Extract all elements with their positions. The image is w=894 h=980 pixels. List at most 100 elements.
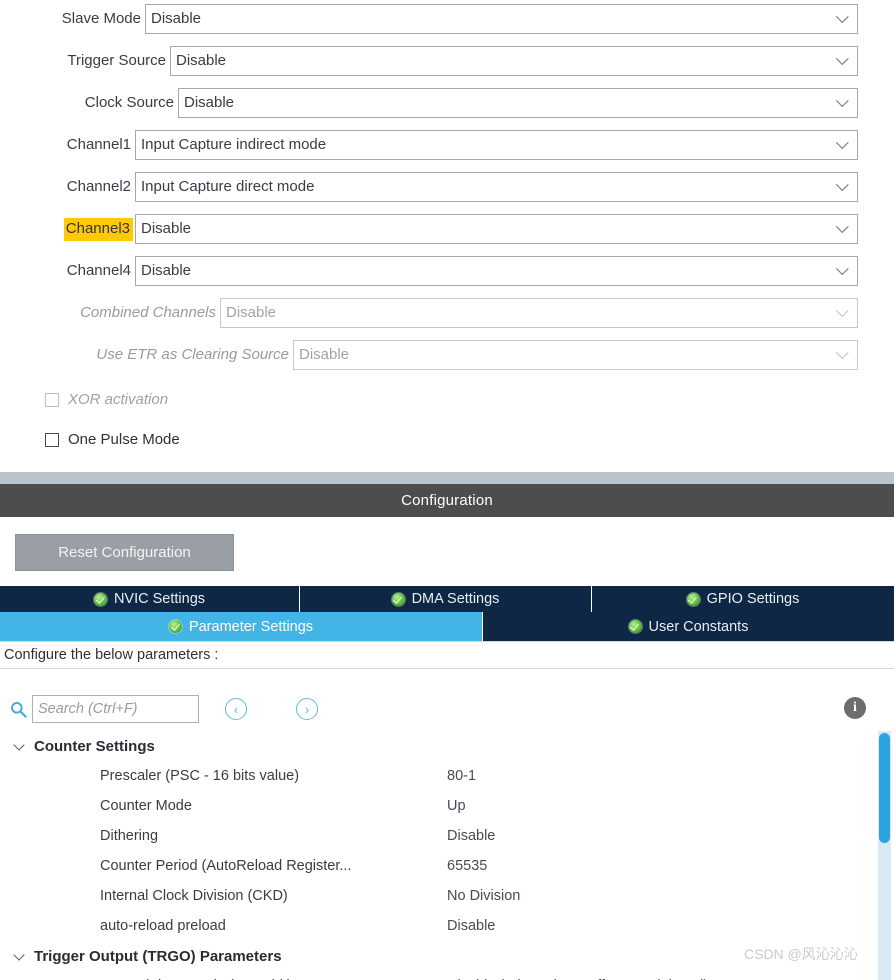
combo-value-trigger-source: Disable bbox=[176, 52, 227, 69]
search-previous-button[interactable]: ‹ bbox=[225, 698, 247, 720]
combo-value-channel1: Input Capture indirect mode bbox=[141, 136, 327, 153]
combo-slave-mode[interactable]: Disable bbox=[145, 4, 858, 34]
tree-group-title-counter-settings: Counter Settings bbox=[34, 737, 155, 755]
param-name: Prescaler (PSC - 16 bits value) bbox=[100, 768, 300, 784]
form-row-slave-mode: Slave Mode Disable bbox=[0, 2, 894, 36]
tab-strip-primary: NVIC Settings DMA Settings GPIO Settings bbox=[0, 586, 894, 612]
combo-value-clock-source: Disable bbox=[184, 94, 235, 111]
tab-label-gpio-settings: GPIO Settings bbox=[706, 591, 800, 607]
combo-channel3[interactable]: Disable bbox=[135, 214, 858, 244]
param-value[interactable]: Disable bbox=[447, 918, 495, 934]
tab-parameter-settings[interactable]: Parameter Settings bbox=[0, 612, 483, 641]
label-channel3: Channel3 bbox=[63, 217, 133, 241]
chevron-down-icon bbox=[836, 265, 847, 276]
checkbox-one-pulse-mode[interactable] bbox=[45, 433, 59, 447]
check-circle-icon bbox=[93, 592, 107, 606]
tab-gpio-settings[interactable]: GPIO Settings bbox=[592, 586, 894, 612]
form-row-channel2: Channel2 Input Capture direct mode bbox=[0, 170, 894, 204]
combo-value-channel4: Disable bbox=[141, 262, 192, 279]
tab-nvic-settings[interactable]: NVIC Settings bbox=[0, 586, 300, 612]
search-input[interactable] bbox=[32, 695, 199, 723]
reset-toolbar: Reset Configuration bbox=[0, 517, 894, 586]
label-channel2: Channel2 bbox=[66, 178, 131, 195]
chevron-down-icon bbox=[14, 950, 26, 962]
param-value[interactable]: No Division bbox=[447, 888, 520, 904]
chevron-down-icon bbox=[836, 307, 847, 318]
check-circle-icon bbox=[686, 592, 700, 606]
checkbox-row-xor-activation: XOR activation bbox=[45, 388, 168, 412]
param-value[interactable]: Disable bbox=[447, 828, 495, 844]
chevron-down-icon bbox=[14, 740, 26, 752]
table-row[interactable]: Dithering Disable bbox=[0, 821, 880, 851]
search-next-button[interactable]: › bbox=[296, 698, 318, 720]
label-use-etr-clearing-source: Use ETR as Clearing Source bbox=[96, 346, 289, 363]
table-row[interactable]: Counter Period (AutoReload Register... 6… bbox=[0, 851, 880, 881]
timer-parameter-form: Slave Mode Disable Trigger Source Disabl… bbox=[0, 0, 894, 472]
combo-channel2[interactable]: Input Capture direct mode bbox=[135, 172, 858, 202]
panel-splitter[interactable] bbox=[0, 472, 894, 484]
checkbox-label-xor-activation: XOR activation bbox=[68, 391, 169, 408]
form-row-channel4: Channel4 Disable bbox=[0, 254, 894, 288]
combo-combined-channels: Disable bbox=[220, 298, 858, 328]
parameter-tree: Counter Settings Prescaler (PSC - 16 bit… bbox=[0, 731, 880, 980]
chevron-right-icon: › bbox=[304, 701, 310, 717]
configure-parameters-hint: Configure the below parameters : bbox=[0, 641, 894, 669]
tab-label-parameter-settings: Parameter Settings bbox=[188, 618, 314, 635]
table-row[interactable]: Master/Slave Mode (MSM bit) Disable (Tri… bbox=[0, 971, 880, 980]
tab-user-constants[interactable]: User Constants bbox=[483, 612, 894, 641]
checkbox-label-one-pulse-mode: One Pulse Mode bbox=[68, 431, 180, 448]
check-circle-icon bbox=[628, 620, 642, 633]
chevron-down-icon bbox=[836, 97, 847, 108]
form-row-use-etr-clearing-source: Use ETR as Clearing Source Disable bbox=[0, 338, 894, 372]
configuration-title-bar: Configuration bbox=[0, 484, 894, 517]
check-circle-icon bbox=[168, 620, 182, 633]
combo-clock-source[interactable]: Disable bbox=[178, 88, 858, 118]
form-row-clock-source: Clock Source Disable bbox=[0, 86, 894, 120]
table-row[interactable]: Internal Clock Division (CKD) No Divisio… bbox=[0, 881, 880, 911]
form-row-trigger-source: Trigger Source Disable bbox=[0, 44, 894, 78]
combo-channel4[interactable]: Disable bbox=[135, 256, 858, 286]
table-row[interactable]: Counter Mode Up bbox=[0, 791, 880, 821]
chevron-down-icon bbox=[836, 181, 847, 192]
label-slave-mode: Slave Mode bbox=[61, 10, 141, 27]
tab-strip-secondary: Parameter Settings User Constants bbox=[0, 612, 894, 641]
param-name: Counter Period (AutoReload Register... bbox=[100, 858, 352, 874]
search-icon[interactable] bbox=[10, 701, 27, 718]
param-value[interactable]: 80-1 bbox=[447, 768, 476, 784]
combo-value-slave-mode: Disable bbox=[151, 10, 202, 27]
param-value[interactable]: Up bbox=[447, 798, 466, 814]
combo-trigger-source[interactable]: Disable bbox=[170, 46, 858, 76]
param-value[interactable]: 65535 bbox=[447, 858, 487, 874]
tree-scrollbar-thumb[interactable] bbox=[879, 733, 890, 843]
combo-value-channel2: Input Capture direct mode bbox=[141, 178, 315, 195]
table-row[interactable]: auto-reload preload Disable bbox=[0, 911, 880, 941]
checkbox-row-one-pulse-mode[interactable]: One Pulse Mode bbox=[45, 428, 180, 452]
info-icon[interactable]: i bbox=[844, 697, 866, 719]
label-trigger-source: Trigger Source bbox=[67, 52, 166, 69]
param-name: Internal Clock Division (CKD) bbox=[100, 888, 288, 904]
checkbox-xor-activation bbox=[45, 393, 59, 407]
reset-configuration-button[interactable]: Reset Configuration bbox=[15, 534, 234, 571]
chevron-down-icon bbox=[836, 349, 847, 360]
combo-use-etr-clearing-source: Disable bbox=[293, 340, 858, 370]
param-name: Counter Mode bbox=[100, 798, 192, 814]
combo-value-use-etr-clearing-source: Disable bbox=[299, 346, 350, 363]
tree-group-trgo-parameters[interactable]: Trigger Output (TRGO) Parameters bbox=[0, 941, 880, 971]
configuration-title: Configuration bbox=[401, 492, 493, 509]
label-clock-source: Clock Source bbox=[84, 94, 174, 111]
tree-scrollbar-track[interactable] bbox=[878, 731, 891, 980]
param-name: auto-reload preload bbox=[100, 918, 226, 934]
tab-dma-settings[interactable]: DMA Settings bbox=[300, 586, 592, 612]
form-row-channel3: Channel3 Disable bbox=[0, 212, 894, 246]
table-row[interactable]: Prescaler (PSC - 16 bits value) 80-1 bbox=[0, 761, 880, 791]
combo-value-combined-channels: Disable bbox=[226, 304, 277, 321]
chevron-down-icon bbox=[836, 223, 847, 234]
combo-channel1[interactable]: Input Capture indirect mode bbox=[135, 130, 858, 160]
combo-value-channel3: Disable bbox=[141, 220, 192, 237]
check-circle-icon bbox=[391, 592, 405, 606]
label-channel1: Channel1 bbox=[66, 136, 131, 153]
label-combined-channels: Combined Channels bbox=[80, 304, 216, 321]
tree-group-counter-settings[interactable]: Counter Settings bbox=[0, 731, 880, 761]
param-name: Dithering bbox=[100, 828, 159, 844]
form-row-channel1: Channel1 Input Capture indirect mode bbox=[0, 128, 894, 162]
